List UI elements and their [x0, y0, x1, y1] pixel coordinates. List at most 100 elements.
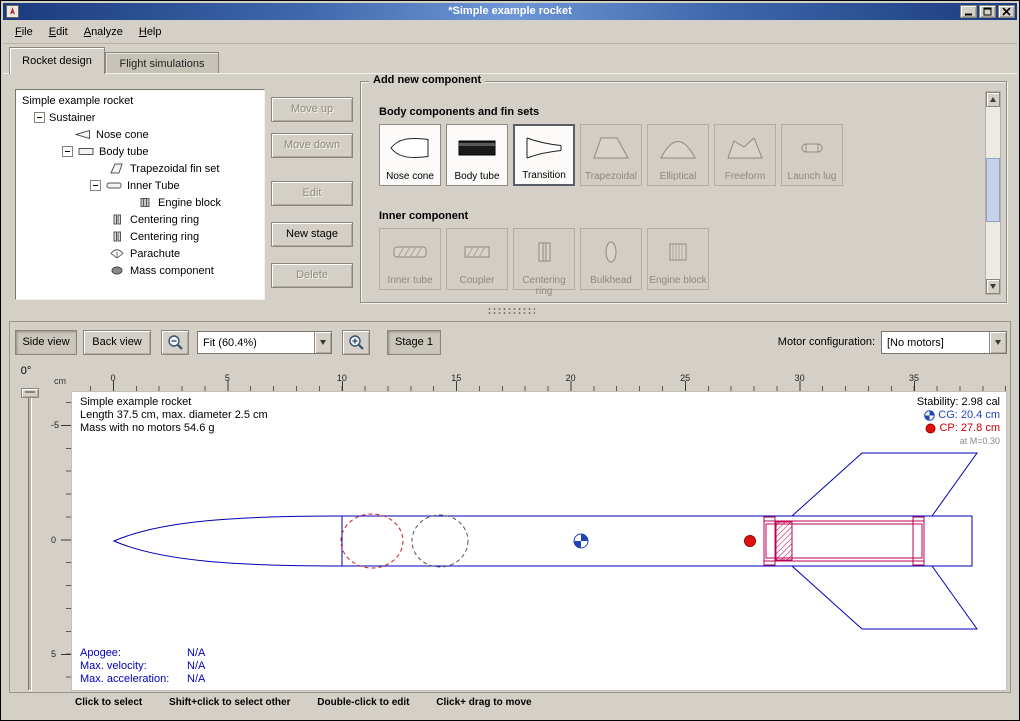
cp-icon — [925, 423, 936, 434]
fin-bottom[interactable] — [792, 566, 977, 629]
centering-ring-icon — [108, 231, 126, 242]
menu-analyze[interactable]: Analyze — [76, 23, 131, 41]
motor-configuration-select[interactable]: [No motors] — [881, 331, 1007, 354]
component-tree[interactable]: Simple example rocket Sustainer Nose con… — [15, 89, 265, 300]
tree-item-mass-component[interactable]: Mass component — [16, 262, 264, 279]
mass-component-outline[interactable] — [412, 515, 468, 567]
parachute-outline[interactable] — [341, 514, 403, 568]
window-title: *Simple example rocket — [3, 5, 1017, 17]
nose-cone-icon — [74, 129, 92, 140]
add-body-tube-button[interactable]: Body tube — [446, 124, 508, 186]
add-transition-button[interactable]: Transition — [513, 124, 575, 186]
mass-component-icon — [108, 265, 126, 276]
collapse-icon[interactable] — [62, 146, 73, 157]
close-button[interactable] — [998, 5, 1015, 18]
move-up-button: Move up — [271, 97, 353, 122]
add-freeform-fin-button: Freeform — [714, 124, 776, 186]
body-tube-icon — [77, 146, 95, 157]
tab-flight-simulations[interactable]: Flight simulations — [105, 52, 219, 74]
ruler-major-ticks — [61, 425, 71, 691]
add-nose-cone-button[interactable]: Nose cone — [379, 124, 441, 186]
ruler-unit-label: cm — [49, 372, 71, 391]
zoom-in-button[interactable] — [342, 330, 370, 355]
component-scrollbar[interactable] — [985, 91, 1001, 295]
tree-item-trapezoidal-fin-set[interactable]: Trapezoidal fin set — [16, 160, 264, 177]
flight-data-block: Apogee:N/A Max. velocity:N/A Max. accele… — [80, 647, 205, 686]
tree-item-nose-cone[interactable]: Nose cone — [16, 126, 264, 143]
tree-item-centering-ring-1[interactable]: Centering ring — [16, 211, 264, 228]
zoom-in-icon — [348, 334, 365, 351]
max-velocity-label: Max. velocity: — [80, 660, 187, 673]
cp-value: CP: 27.8 cm — [939, 422, 1000, 435]
rocket-view-panel: Side view Back view Fit (60.4%) Stage 1 … — [9, 321, 1011, 693]
scrollbar-thumb[interactable] — [986, 158, 1000, 222]
cp-marker — [745, 536, 756, 547]
add-launch-lug-button: Launch lug — [781, 124, 843, 186]
tree-item-sustainer[interactable]: Sustainer — [16, 109, 264, 126]
rotation-slider-thumb[interactable] — [21, 388, 39, 398]
scroll-down-button[interactable] — [986, 279, 1000, 294]
delete-button: Delete — [271, 263, 353, 288]
parachute-icon — [108, 248, 126, 259]
hint-shift-click: Shift+click to select other — [169, 697, 290, 708]
tree-item-engine-block[interactable]: Engine block — [16, 194, 264, 211]
rocket-canvas[interactable]: Simple example rocket Length 37.5 cm, ma… — [71, 391, 1007, 691]
close-icon — [1002, 7, 1011, 16]
fin-set-icon — [108, 163, 126, 174]
engine-block-shape[interactable] — [776, 522, 792, 560]
rotation-slider[interactable] — [28, 391, 32, 691]
tab-rocket-design[interactable]: Rocket design — [9, 47, 105, 74]
collapse-icon[interactable] — [90, 180, 101, 191]
zoom-dropdown-button[interactable] — [314, 332, 331, 353]
hint-click-drag: Click+ drag to move — [436, 697, 531, 708]
apogee-value: N/A — [187, 647, 205, 660]
add-inner-tube-button: Inner tube — [379, 228, 441, 290]
tree-item-centering-ring-2[interactable]: Centering ring — [16, 228, 264, 245]
vertical-ruler: -5 0 5 — [49, 391, 71, 691]
max-acceleration-label: Max. acceleration: — [80, 673, 187, 686]
rocket-drawing[interactable] — [72, 392, 1008, 692]
zoom-out-button[interactable] — [161, 330, 189, 355]
back-view-button[interactable]: Back view — [83, 330, 151, 355]
side-view-button[interactable]: Side view — [15, 330, 77, 355]
collapse-icon[interactable] — [34, 112, 45, 123]
menu-file[interactable]: File — [7, 23, 41, 41]
menu-edit[interactable]: Edit — [41, 23, 76, 41]
cg-value: CG: 20.4 cm — [938, 409, 1000, 422]
minimize-button[interactable] — [960, 5, 977, 18]
body-tube-icon — [447, 125, 507, 171]
bulkhead-icon — [581, 229, 641, 275]
horizontal-ruler: 0 5 10 15 20 25 30 35 — [71, 372, 1007, 391]
tree-item-parachute[interactable]: Parachute — [16, 245, 264, 262]
fin-top[interactable] — [792, 453, 977, 516]
scroll-up-button[interactable] — [986, 92, 1000, 107]
menu-help[interactable]: Help — [131, 23, 170, 41]
engine-block-icon — [648, 229, 708, 275]
tree-item-root[interactable]: Simple example rocket — [16, 92, 264, 109]
motor-configuration-label: Motor configuration: — [778, 330, 875, 355]
stability-value: Stability: 2.98 cal — [917, 396, 1000, 409]
tree-item-body-tube[interactable]: Body tube — [16, 143, 264, 160]
add-component-title: Add new component — [369, 74, 485, 86]
rocket-dimensions: Length 37.5 cm, max. diameter 2.5 cm — [80, 409, 268, 422]
rocket-info-block: Simple example rocket Length 37.5 cm, ma… — [80, 396, 268, 435]
centering-ring-icon — [108, 214, 126, 225]
transition-icon — [515, 126, 573, 170]
cg-marker — [574, 534, 588, 548]
zoom-select[interactable]: Fit (60.4%) — [197, 331, 332, 354]
freeform-fin-icon — [715, 125, 775, 171]
maximize-button[interactable] — [979, 5, 996, 18]
add-centering-ring-button: Centering ring — [513, 228, 575, 290]
status-bar: Click to select Shift+click to select ot… — [9, 697, 1011, 713]
inner-tube-icon — [380, 229, 440, 275]
stability-block: Stability: 2.98 cal CG: 20.4 cm CP: 27.8… — [917, 396, 1000, 448]
zoom-out-icon — [167, 334, 184, 351]
motor-dropdown-button[interactable] — [989, 332, 1006, 353]
tree-item-inner-tube[interactable]: Inner Tube — [16, 177, 264, 194]
ruler-label: -5 — [51, 420, 59, 430]
engine-block-icon — [136, 197, 154, 208]
centering-ring-icon — [514, 229, 574, 275]
new-stage-button[interactable]: New stage — [271, 222, 353, 247]
split-pane-divider[interactable] — [487, 307, 535, 314]
stage-1-toggle[interactable]: Stage 1 — [387, 330, 441, 355]
